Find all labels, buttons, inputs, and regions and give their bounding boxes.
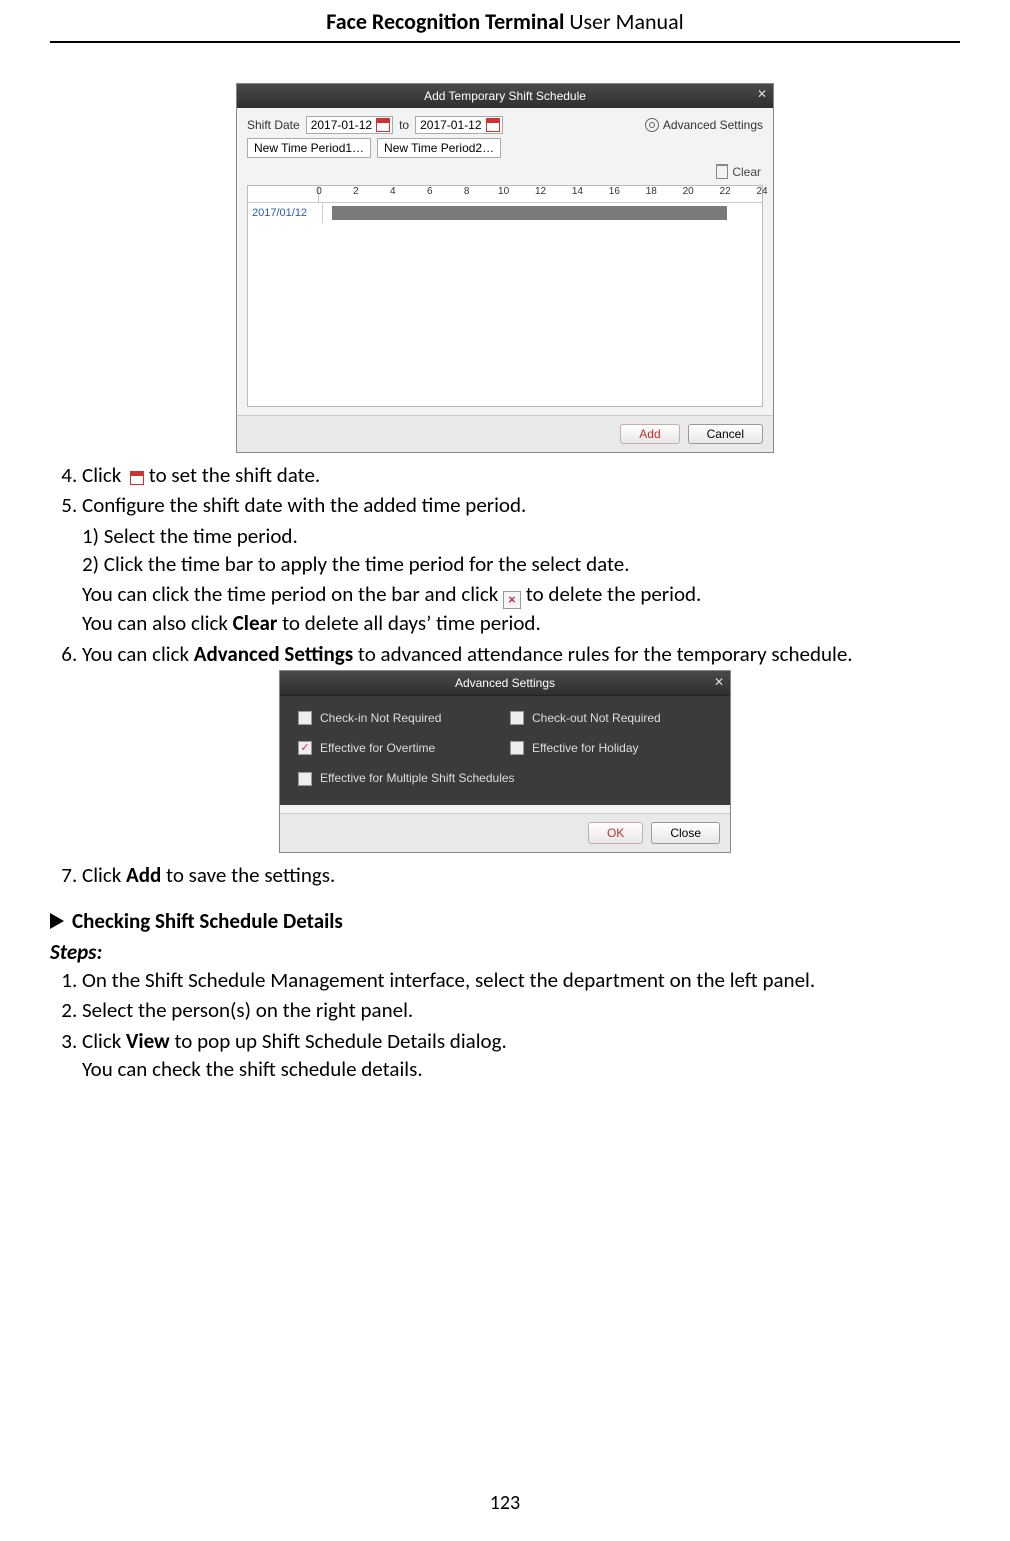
steps-label: Steps: <box>50 938 960 966</box>
option-label: Check-in Not Required <box>320 710 441 726</box>
checkbox[interactable] <box>510 711 524 725</box>
header-title-bold: Face Recognition Terminal <box>326 8 564 35</box>
page-number: 123 <box>0 1491 1010 1515</box>
cancel-button[interactable]: Cancel <box>688 424 763 444</box>
step-5-note-2: You can also click Clear to delete all d… <box>82 609 960 637</box>
step-5-1: 1) Select the time period. <box>110 522 960 550</box>
tick-label: 24 <box>756 186 767 197</box>
timeline-row-date: 2017/01/12 <box>248 203 323 223</box>
shift-date-label: Shift Date <box>247 118 300 132</box>
delete-icon: × <box>503 591 521 609</box>
tick-label: 4 <box>390 186 396 197</box>
timeline-ticks: 024681012141618202224 <box>319 186 762 202</box>
option-row[interactable]: Effective for Multiple Shift Schedules <box>298 770 712 786</box>
check-step-1: On the Shift Schedule Management interfa… <box>82 966 960 994</box>
time-bar[interactable] <box>332 206 727 220</box>
close-icon[interactable]: ✕ <box>714 674 724 690</box>
trash-icon <box>716 164 728 179</box>
advanced-settings-label: Advanced Settings <box>663 118 763 132</box>
shift-date-from[interactable]: 2017-01-12 <box>306 116 393 134</box>
step-4: Click to set the shift date. <box>82 461 960 489</box>
step-5: Configure the shift date with the added … <box>82 491 960 637</box>
option-row[interactable]: ✓ Effective for Overtime <box>298 740 500 756</box>
timeline-bar-cell[interactable] <box>323 203 762 223</box>
clear-button[interactable]: Clear <box>732 165 761 179</box>
dialog-titlebar: Add Temporary Shift Schedule ✕ <box>237 84 773 108</box>
tick-label: 14 <box>572 186 583 197</box>
check-step-2: Select the person(s) on the right panel. <box>82 996 960 1024</box>
advanced-settings-dialog: Advanced Settings ✕ Check-in Not Require… <box>279 670 731 853</box>
option-label: Effective for Multiple Shift Schedules <box>320 770 515 786</box>
calendar-icon[interactable] <box>486 118 500 132</box>
check-step-3-note: You can check the shift schedule details… <box>82 1055 960 1083</box>
tick-label: 20 <box>683 186 694 197</box>
shift-date-to[interactable]: 2017-01-12 <box>415 116 502 134</box>
step-6: You can click Advanced Settings to advan… <box>82 640 960 668</box>
arrow-icon <box>50 913 64 929</box>
option-row[interactable]: Effective for Holiday <box>510 740 712 756</box>
tick-label: 6 <box>427 186 433 197</box>
ok-button[interactable]: OK <box>588 822 643 844</box>
options-grid: Check-in Not Required Check-out Not Requi… <box>280 696 730 805</box>
gear-icon <box>645 118 659 132</box>
advanced-settings-link[interactable]: Advanced Settings <box>645 118 763 132</box>
option-label: Effective for Holiday <box>532 740 639 756</box>
tick-label: 2 <box>353 186 359 197</box>
add-button[interactable]: Add <box>620 424 679 444</box>
checkbox[interactable] <box>298 711 312 725</box>
tick-label: 0 <box>316 186 322 197</box>
checkbox[interactable]: ✓ <box>298 741 312 755</box>
close-button[interactable]: Close <box>651 822 720 844</box>
tick-label: 8 <box>464 186 470 197</box>
option-label: Effective for Overtime <box>320 740 435 756</box>
close-icon[interactable]: ✕ <box>757 87 767 101</box>
option-row[interactable]: Check-out Not Required <box>510 710 712 726</box>
option-row[interactable]: Check-in Not Required <box>298 710 500 726</box>
dialog-title: Add Temporary Shift Schedule <box>424 89 586 103</box>
option-label: Check-out Not Required <box>532 710 661 726</box>
time-period-1-button[interactable]: New Time Period1… <box>247 138 371 158</box>
checkbox[interactable] <box>298 772 312 786</box>
shift-date-to-value: 2017-01-12 <box>420 118 481 132</box>
tick-label: 10 <box>498 186 509 197</box>
check-step-3: Click View to pop up Shift Schedule Deta… <box>82 1027 960 1084</box>
dialog-titlebar: Advanced Settings ✕ <box>280 671 730 696</box>
time-period-2-button[interactable]: New Time Period2… <box>377 138 501 158</box>
step-7: Click Add to save the settings. <box>82 861 960 889</box>
timeline: 024681012141618202224 2017/01/12 <box>247 185 763 407</box>
tick-label: 18 <box>646 186 657 197</box>
header-title-rest: User Manual <box>564 8 683 35</box>
tick-label: 22 <box>720 186 731 197</box>
checkbox[interactable] <box>510 741 524 755</box>
step-5-2: 2) Click the time bar to apply the time … <box>110 550 960 578</box>
shift-date-from-value: 2017-01-12 <box>311 118 372 132</box>
calendar-icon[interactable] <box>376 118 390 132</box>
section-heading: Checking Shift Schedule Details <box>50 907 960 935</box>
page-header: Face Recognition Terminal User Manual <box>50 0 960 43</box>
dialog-title: Advanced Settings <box>455 675 555 691</box>
tick-label: 16 <box>609 186 620 197</box>
tick-label: 12 <box>535 186 546 197</box>
to-label: to <box>399 118 409 132</box>
add-temp-shift-dialog: Add Temporary Shift Schedule ✕ Shift Dat… <box>236 83 774 453</box>
calendar-icon <box>130 471 144 485</box>
step-5-note-1: You can click the time period on the bar… <box>82 580 960 609</box>
